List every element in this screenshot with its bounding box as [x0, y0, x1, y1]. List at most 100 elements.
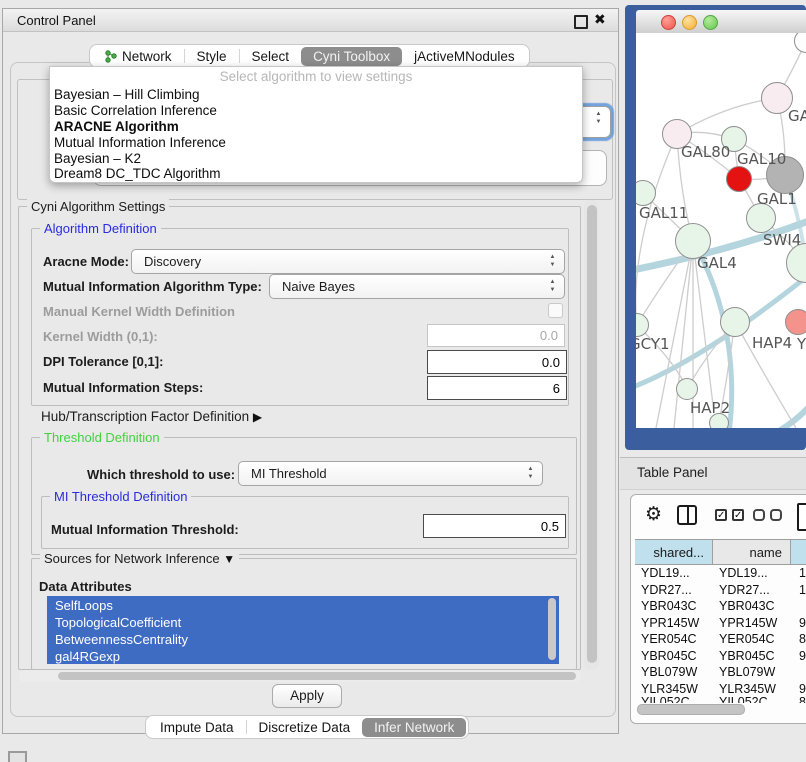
table-row[interactable]: YPR145W YPR145W 9. — [635, 616, 806, 633]
hub-definition-toggle[interactable]: Hub/Transcription Factor Definition ▶ — [41, 409, 262, 424]
tab-cyni-toolbox[interactable]: Cyni Toolbox — [301, 47, 402, 66]
threshold-definition-title: Threshold Definition — [40, 430, 164, 445]
aracne-mode-combo[interactable]: Discovery ▲▼ — [131, 249, 565, 274]
mi-threshold-field[interactable] — [423, 514, 566, 538]
node-label: HAP4 — [752, 334, 792, 352]
tab-network[interactable]: Network — [92, 48, 184, 65]
algorithm-option[interactable]: Dream8 DC_TDC Algorithm — [54, 166, 221, 182]
table-row[interactable]: YDR27... YDR27... 12 — [635, 583, 806, 600]
unchecked-checkbox-icon[interactable] — [770, 509, 782, 521]
network-node[interactable] — [676, 378, 698, 400]
cell-value: 9. — [799, 616, 806, 630]
node-label: HAP2 — [690, 399, 730, 417]
gear-icon[interactable]: ⚙ — [645, 503, 662, 526]
cell-name: YLR345W — [719, 682, 789, 696]
tab-impute-data[interactable]: Impute Data — [148, 719, 246, 736]
node-label: GAL — [788, 107, 806, 125]
cell-shared: YDR27... — [641, 583, 711, 597]
which-threshold-combo[interactable]: MI Threshold ▲▼ — [238, 461, 543, 486]
network-node[interactable] — [785, 309, 806, 335]
cell-name: YDL19... — [719, 566, 789, 580]
dpi-tolerance-label: DPI Tolerance [0,1]: — [43, 354, 163, 369]
mi-type-value: Naive Bayes — [282, 279, 355, 294]
table-row[interactable]: YBR043C YBR043C — [635, 599, 806, 616]
table-hscrollbar-thumb[interactable] — [637, 704, 745, 715]
algorithm-dropdown-popup: Select algorithm to view settings Bayesi… — [49, 66, 583, 183]
minimize-traffic-light[interactable] — [682, 15, 697, 30]
mi-type-label: Mutual Information Algorithm Type: — [43, 279, 262, 294]
cell-value: 9. — [799, 682, 806, 696]
table-row[interactable]: YDL19... YDL19... 13 — [635, 566, 806, 583]
node-label: GAL10 — [737, 150, 786, 168]
file-icon[interactable] — [797, 503, 806, 531]
settings-hscrollbar-thumb[interactable] — [58, 672, 576, 680]
tab-select[interactable]: Select — [240, 48, 302, 65]
cell-shared: YER054C — [641, 632, 711, 646]
network-icon — [104, 50, 118, 63]
zoom-traffic-light[interactable] — [703, 15, 718, 30]
cell-name: YBR045C — [719, 649, 789, 663]
algorithm-option[interactable]: Basic Correlation Inference — [54, 103, 217, 119]
network-window-titlebar[interactable] — [636, 10, 806, 34]
cell-name: YBL079W — [719, 665, 789, 679]
settings-vscrollbar-thumb[interactable] — [587, 205, 597, 663]
unchecked-checkbox-icon[interactable] — [753, 509, 765, 521]
data-attributes-list[interactable]: SelfLoops TopologicalCoefficient Between… — [47, 596, 559, 664]
combo-arrows-icon: ▲▼ — [548, 253, 557, 269]
algorithm-option[interactable]: Bayesian – Hill Climbing — [54, 87, 200, 103]
close-icon[interactable]: ✖ — [594, 11, 606, 28]
settings-group-title: Cyni Algorithm Settings — [27, 199, 169, 214]
table-row[interactable]: YIL052C YIL052C 8. — [635, 695, 806, 703]
algorithm-option-selected[interactable]: ARACNE Algorithm — [54, 119, 179, 135]
column-header-shared[interactable]: shared... — [635, 539, 713, 565]
checked-checkbox-icon[interactable]: ✓ — [715, 509, 727, 521]
table-row[interactable]: YER054C YER054C 8. — [635, 632, 806, 649]
cell-value: 9. — [799, 649, 806, 663]
dpi-tolerance-field[interactable] — [427, 350, 567, 374]
network-node[interactable] — [720, 307, 750, 337]
expanded-arrow-icon[interactable]: ▼ — [223, 552, 235, 566]
minimized-panel-icon[interactable] — [8, 751, 27, 762]
tab-style[interactable]: Style — [185, 48, 239, 65]
tab-infer-network[interactable]: Infer Network — [362, 718, 466, 737]
tab-discretize-data[interactable]: Discretize Data — [247, 719, 363, 736]
network-canvas[interactable]: GAL GAL80 GAL10 GAL1 GAL11 SWI4 GAL4 GCY… — [636, 33, 806, 428]
cell-shared: YDL19... — [641, 566, 711, 580]
control-panel-titlebar: Control Panel ✖ — [3, 9, 618, 32]
checked-checkbox-icon[interactable]: ✓ — [732, 509, 744, 521]
node-label: GCY1 — [636, 335, 670, 353]
cell-shared: YPR145W — [641, 616, 711, 630]
column-header-partial[interactable] — [791, 539, 806, 565]
control-panel: Control Panel ✖ ▲▼ Netw — [2, 8, 619, 734]
table-row[interactable]: YBL079W YBL079W — [635, 665, 806, 682]
mi-steps-field[interactable] — [427, 376, 567, 400]
attribute-item[interactable]: SelfLoops — [55, 597, 113, 614]
which-threshold-value: MI Threshold — [251, 466, 327, 481]
select-columns-icon[interactable] — [677, 505, 697, 525]
top-tab-bar: Network Style Select Cyni Toolbox jActiv… — [89, 44, 530, 68]
apply-button[interactable]: Apply — [272, 684, 342, 708]
table-row[interactable]: YBR045C YBR045C 9. — [635, 649, 806, 666]
column-header-name[interactable]: name — [713, 539, 791, 565]
table-panel-titlebar: Table Panel — [620, 457, 806, 490]
cell-name: YPR145W — [719, 616, 789, 630]
table-panel-title: Table Panel — [637, 465, 708, 480]
algorithm-option[interactable]: Mutual Information Inference — [54, 135, 226, 151]
close-traffic-light[interactable] — [661, 15, 676, 30]
attribute-item[interactable]: gal4RGexp — [55, 648, 120, 664]
algorithm-option[interactable]: Bayesian – K2 — [54, 151, 141, 167]
algorithm-definition-title: Algorithm Definition — [40, 221, 161, 236]
kernel-width-label: Kernel Width (0,1): — [43, 329, 158, 344]
table-panel: ⚙ ✓ ✓ shared... name YDL19... YDL19... 1… — [630, 494, 806, 724]
mi-threshold-group-title: MI Threshold Definition — [50, 489, 191, 504]
kernel-width-field — [427, 324, 565, 347]
tab-jactivemnodules[interactable]: jActiveMNodules — [402, 48, 527, 65]
cell-value: 8. — [799, 632, 806, 646]
mi-type-combo[interactable]: Naive Bayes ▲▼ — [269, 274, 565, 299]
attributes-scrollbar-thumb[interactable] — [548, 598, 556, 660]
attribute-item[interactable]: BetweennessCentrality — [55, 631, 188, 648]
network-node-selected[interactable] — [726, 166, 752, 192]
attribute-item[interactable]: TopologicalCoefficient — [55, 614, 181, 631]
float-window-icon[interactable] — [574, 15, 588, 29]
manual-kernel-label: Manual Kernel Width Definition — [43, 304, 235, 319]
